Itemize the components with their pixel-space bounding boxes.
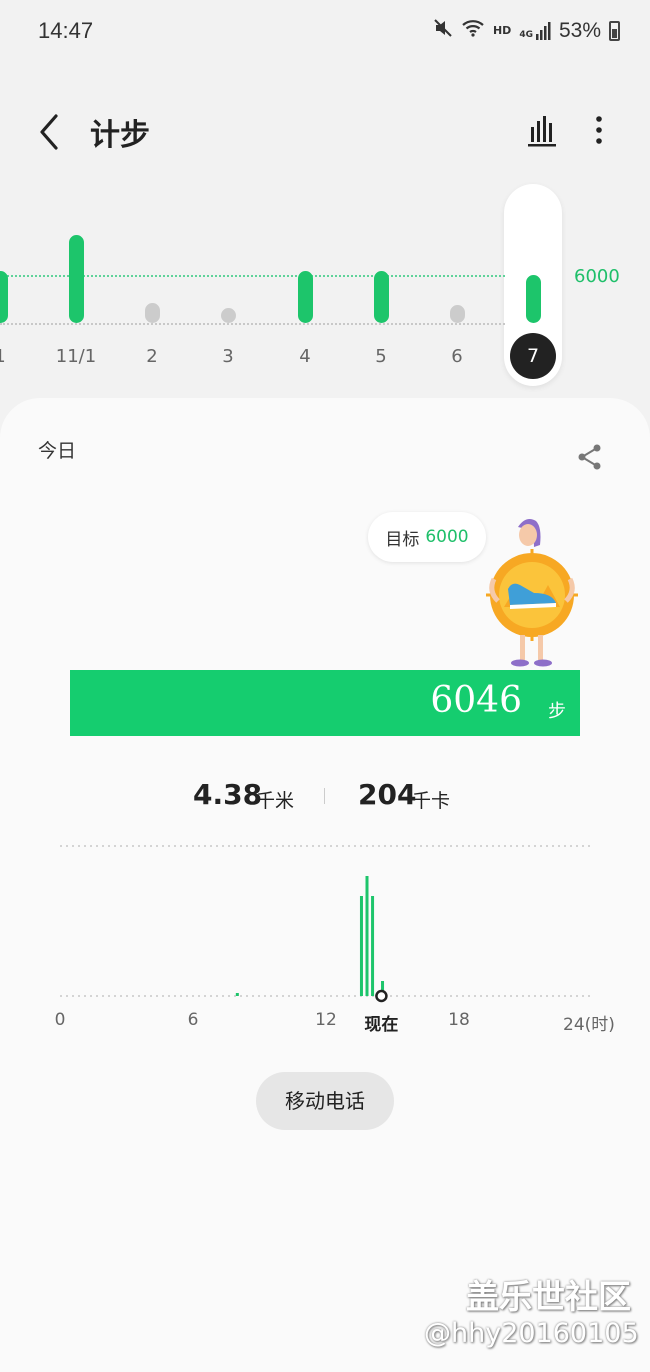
metrics-row: 4.38 千米 204 千卡	[0, 778, 650, 818]
watermark-user: @hhy20160105	[424, 1318, 639, 1349]
weekly-steps-strip: 6000 1 11/1 2 3 4 5 6 7	[0, 180, 650, 390]
day-bar-5[interactable]	[298, 271, 313, 323]
day-label-1[interactable]: 1	[0, 346, 25, 367]
day-label-selected[interactable]: 7	[510, 333, 556, 379]
hourly-bar-4	[371, 896, 375, 996]
day-bar-2[interactable]	[69, 235, 84, 323]
distance-value: 4.38	[193, 778, 263, 811]
hour-label-18: 18	[448, 1010, 470, 1030]
more-options-button[interactable]	[584, 110, 614, 150]
goal-label: 6000	[574, 266, 620, 287]
day-label-6[interactable]: 5	[356, 346, 406, 367]
watermark-title: 盖乐世社区	[466, 1277, 631, 1316]
hour-label-24(时): 24(时)	[563, 1015, 615, 1035]
trends-button[interactable]	[522, 110, 562, 150]
hourly-steps-chart: 0 6 12 现在 18 24(时)	[0, 838, 650, 1038]
distance-unit: 千米	[256, 790, 295, 812]
battery-icon	[609, 20, 620, 41]
day-bar-6[interactable]	[374, 271, 389, 323]
back-button[interactable]	[30, 106, 70, 154]
day-bar-1[interactable]	[0, 271, 8, 323]
day-label-7[interactable]: 6	[432, 346, 482, 367]
today-card: 今日 目标 6000 6046 步 4.38 千米 204 千卡 0 6 12 …	[0, 398, 650, 1372]
calories-value: 204	[358, 778, 417, 811]
baseline	[0, 323, 505, 325]
signal-icon: 4G	[519, 21, 551, 40]
day-label-2[interactable]: 11/1	[51, 346, 101, 367]
goal-bubble-label: 目标	[385, 529, 420, 550]
device-source-button[interactable]: 移动电话	[256, 1072, 394, 1130]
battery-percent: 53%	[558, 18, 601, 42]
calories-unit: 千卡	[412, 790, 451, 812]
steps-unit: 步	[548, 701, 566, 722]
network-type: 4G	[519, 29, 533, 40]
day-label-5[interactable]: 4	[280, 346, 330, 367]
now-marker	[375, 989, 388, 1003]
day-bar-3[interactable]	[145, 303, 160, 323]
bar-chart-icon	[528, 116, 556, 147]
more-vertical-icon	[596, 116, 602, 144]
status-icons: HD 4G 53%	[433, 18, 620, 43]
steps-progress-bar: 6046 步	[70, 670, 580, 736]
hour-label-0: 0	[54, 1010, 66, 1030]
mute-icon	[433, 18, 453, 43]
status-time: 14:47	[38, 18, 94, 43]
day-label-4[interactable]: 3	[203, 346, 253, 367]
hour-label-12: 12	[315, 1010, 337, 1030]
hourly-bar-1	[235, 993, 239, 996]
today-label: 今日	[38, 440, 77, 462]
day-bar-4[interactable]	[221, 308, 236, 323]
hour-label-now: 现在	[364, 1015, 399, 1035]
steps-count: 6046	[430, 680, 522, 721]
day-label-3[interactable]: 2	[127, 346, 177, 367]
share-button[interactable]	[575, 442, 605, 472]
goal-bubble-value: 6000	[425, 527, 469, 547]
hourly-bar-2	[359, 896, 363, 996]
day-bar-8[interactable]	[526, 274, 541, 323]
day-bar-7[interactable]	[450, 304, 465, 323]
wifi-icon	[461, 18, 485, 43]
hourly-bar-3	[365, 876, 369, 996]
status-bar: 14:47 HD 4G 53%	[0, 0, 650, 60]
hd-badge: HD	[492, 24, 512, 37]
chevron-left-icon	[40, 114, 58, 150]
share-icon	[578, 444, 601, 470]
page-title: 计步	[90, 118, 150, 153]
app-header: 计步	[0, 100, 650, 160]
hour-label-6: 6	[187, 1010, 199, 1030]
mascot-illustration	[486, 519, 578, 667]
goal-bubble: 目标 6000	[368, 512, 486, 562]
metric-divider	[324, 788, 325, 804]
hourly-chart-svg	[60, 845, 592, 1003]
